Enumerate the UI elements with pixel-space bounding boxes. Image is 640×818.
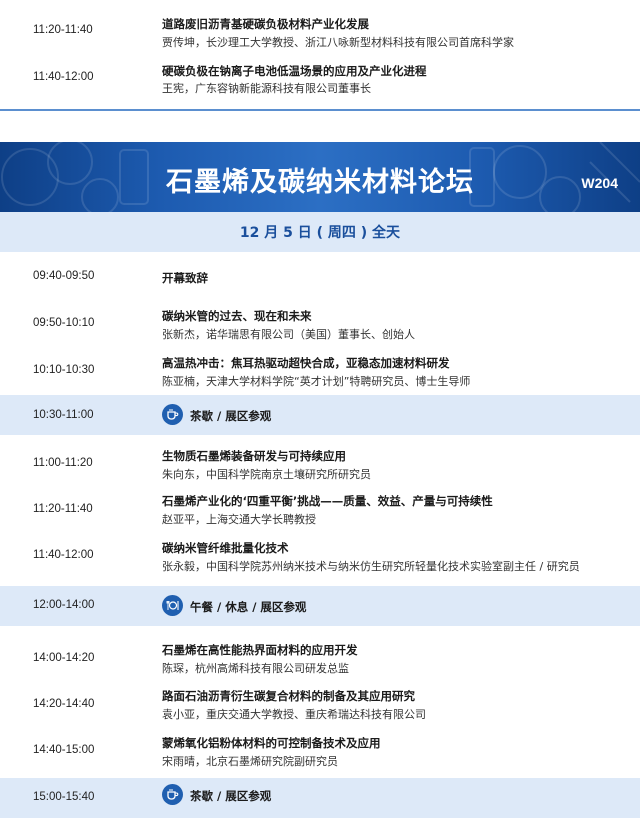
coffee-cup-icon: [162, 404, 183, 425]
agenda-time: 10:30-11:00: [33, 409, 94, 421]
talk-speaker: 张新杰，诺华瑞思有限公司（美国）董事长、创始人: [162, 328, 415, 341]
break-label: 茶歇 / 展区参观: [190, 409, 272, 423]
break-row: 12:00-14:00 午餐 / 休息 / 展区参观: [0, 586, 640, 626]
forum-title: 石墨烯及碳纳米材料论坛: [166, 167, 474, 198]
talk-title: 道路废旧沥青基硬碳负极材料产业化发展: [162, 17, 369, 31]
section-divider: [0, 109, 640, 111]
talk-speaker: 陈亚楠，天津大学材料学院“英才计划”特聘研究员、博士生导师: [162, 375, 471, 388]
talk-speaker: 袁小亚，重庆交通大学教授、重庆希瑞达科技有限公司: [162, 708, 426, 721]
agenda-time: 09:50-10:10: [33, 317, 95, 329]
talk-speaker: 宋雨晴，北京石墨烯研究院副研究员: [162, 755, 338, 768]
agenda-time: 11:40-12:00: [33, 71, 94, 83]
talk-title: 生物质石墨烯装备研发与可持续应用: [162, 449, 346, 463]
talk-title: 硬碳负极在钠离子电池低温场景的应用及产业化进程: [162, 64, 427, 78]
agenda-time: 11:40-12:00: [33, 549, 94, 561]
talk-title: 路面石油沥青衍生碳复合材料的制备及其应用研究: [162, 689, 415, 703]
talk-title: 高温热冲击：焦耳热驱动超快合成，亚稳态加速材料研发: [162, 356, 450, 370]
agenda-time: 14:40-15:00: [33, 744, 95, 756]
talk-speaker: 张永毅，中国科学院苏州纳米技术与纳米仿生研究所轻量化技术实验室副主任 / 研究员: [162, 560, 580, 573]
talk-speaker: 赵亚平，上海交通大学长聘教授: [162, 513, 316, 526]
break-label: 午餐 / 休息 / 展区参观: [190, 600, 307, 614]
meal-plate-icon: [162, 595, 183, 616]
break-row: 10:30-11:00 茶歇 / 展区参观: [0, 395, 640, 435]
agenda-time: 10:10-10:30: [33, 364, 95, 376]
agenda-time: 09:40-09:50: [33, 270, 95, 282]
talk-title: 石墨烯在高性能热界面材料的应用开发: [162, 643, 358, 657]
talk-speaker: 朱向东，中国科学院南京土壤研究所研究员: [162, 468, 371, 481]
agenda-time: 14:20-14:40: [33, 698, 95, 710]
coffee-cup-icon: [162, 784, 183, 805]
forum-banner: 石墨烯及碳纳米材料论坛 W204: [0, 142, 640, 212]
agenda-time: 11:20-11:40: [33, 503, 93, 515]
talk-title: 蒙烯氧化铝粉体材料的可控制备技术及应用: [162, 736, 381, 750]
talk-title: 碳纳米管纤维批量化技术: [162, 541, 289, 555]
forum-date: 12 月 5 日 ( 周四 ) 全天: [0, 212, 640, 252]
talk-title: 开幕致辞: [162, 271, 208, 285]
break-row: 15:00-15:40 茶歇 / 展区参观: [0, 778, 640, 818]
talk-speaker: 王宪，广东容钠新能源科技有限公司董事长: [162, 82, 371, 95]
agenda-time: 14:00-14:20: [33, 652, 95, 664]
talk-title: 石墨烯产业化的‘四重平衡’挑战——质量、效益、产量与可持续性: [162, 494, 493, 508]
agenda-time: 15:00-15:40: [33, 791, 95, 803]
talk-speaker: 陈琛，杭州高烯科技有限公司研发总监: [162, 662, 349, 675]
talk-speaker: 贾传坤，长沙理工大学教授、浙江八咏新型材料科技有限公司首席科学家: [162, 36, 514, 49]
agenda-time: 11:20-11:40: [33, 24, 93, 36]
agenda-time: 11:00-11:20: [33, 457, 93, 469]
room-number: W204: [581, 175, 618, 191]
break-label: 茶歇 / 展区参观: [190, 789, 272, 803]
talk-title: 碳纳米管的过去、现在和未来: [162, 309, 312, 323]
agenda-time: 12:00-14:00: [33, 599, 95, 611]
